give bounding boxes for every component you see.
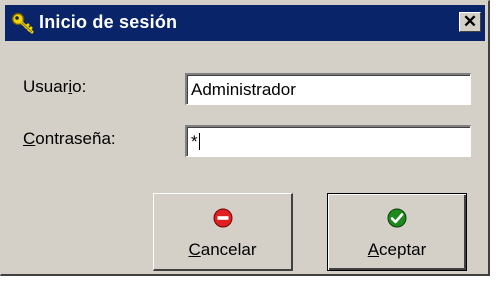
accept-mnemonic: A bbox=[367, 240, 380, 259]
password-label-text: ontraseña: bbox=[35, 129, 116, 148]
stop-icon bbox=[213, 208, 232, 228]
accept-button-label: Aceptar bbox=[328, 240, 466, 260]
close-icon: ✕ bbox=[462, 12, 478, 31]
title-bar[interactable]: Inicio de sesión ✕ bbox=[5, 5, 485, 41]
cancel-button[interactable]: Cancelar bbox=[153, 193, 293, 271]
dialog-title: Inicio de sesión bbox=[39, 12, 178, 32]
accept-button[interactable]: Aceptar bbox=[327, 193, 467, 271]
accept-label-text: ceptar bbox=[379, 240, 427, 259]
login-dialog: Inicio de sesión ✕ Usuario: Administrado… bbox=[0, 0, 490, 276]
password-label: Contraseña: bbox=[23, 129, 116, 149]
cancel-mnemonic: C bbox=[188, 240, 201, 259]
cancel-button-label: Cancelar bbox=[154, 240, 291, 260]
password-label-mnemonic: C bbox=[23, 129, 36, 148]
user-label: Usuario: bbox=[23, 77, 86, 97]
close-button[interactable]: ✕ bbox=[459, 12, 481, 32]
text-caret bbox=[198, 133, 200, 150]
user-label-suffix: o: bbox=[72, 77, 87, 96]
password-field-value: * bbox=[191, 132, 198, 151]
cancel-label-text: ancelar bbox=[200, 240, 257, 259]
user-field[interactable]: Administrador bbox=[185, 73, 471, 105]
user-label-text: Usuar bbox=[23, 77, 69, 96]
check-icon bbox=[387, 208, 407, 228]
key-icon bbox=[11, 12, 34, 34]
password-field[interactable]: * bbox=[185, 125, 471, 157]
user-field-value: Administrador bbox=[191, 80, 296, 99]
